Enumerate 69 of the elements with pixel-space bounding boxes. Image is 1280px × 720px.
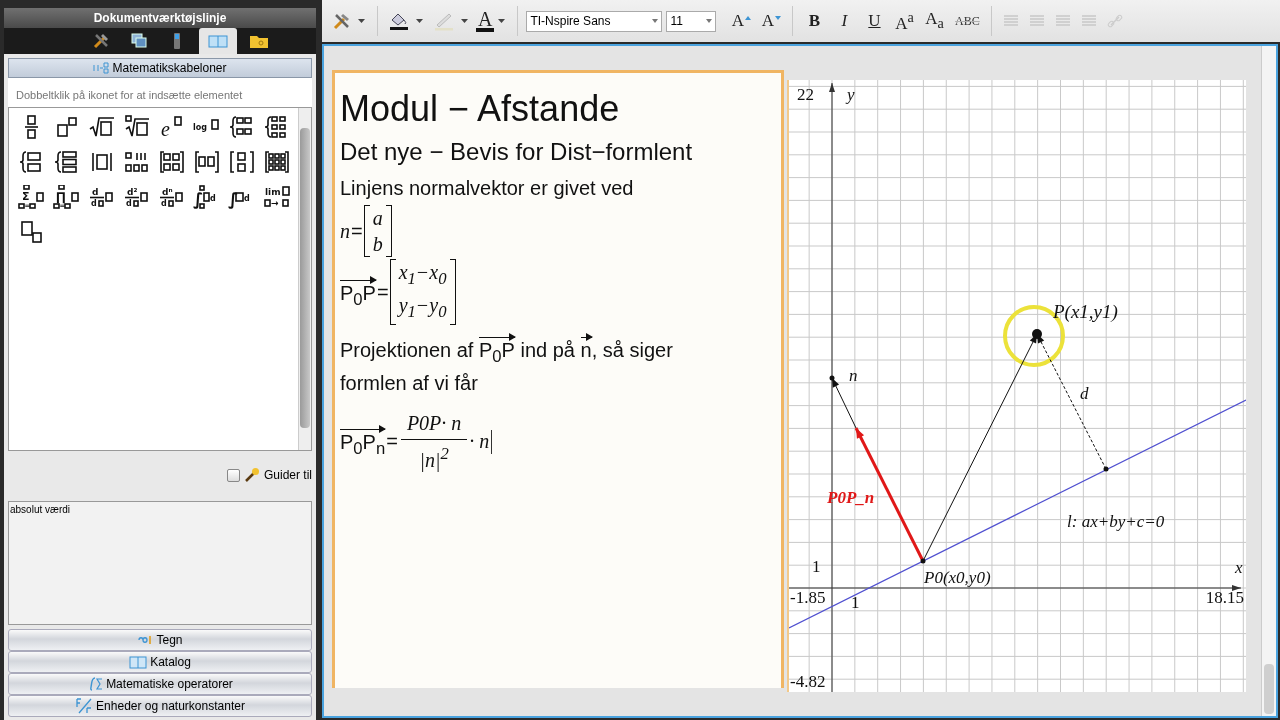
- axis-min-label: -4.82: [790, 672, 826, 691]
- axis-min-label: -1.85: [790, 588, 826, 607]
- point[interactable]: [1103, 466, 1109, 472]
- description-box: absolut værdi: [8, 501, 312, 625]
- caret-icon[interactable]: [461, 19, 468, 23]
- point[interactable]: [920, 558, 926, 564]
- integral-icon: [87, 677, 104, 691]
- graph-label: l: ax+by+c=0: [1067, 512, 1165, 531]
- tick-label: 1: [851, 593, 860, 612]
- sub-button[interactable]: A$_{a}$: [921, 8, 948, 34]
- axis-max-label: 22: [797, 85, 814, 104]
- tools-icon: [332, 12, 352, 30]
- point[interactable]: [829, 375, 835, 381]
- tick-label: 1: [812, 557, 821, 576]
- axis-label: y: [847, 85, 855, 104]
- bold-button[interactable]: B: [801, 8, 828, 34]
- notes-subtitle: Det nye − Bevis for Dist−formlent: [340, 137, 694, 167]
- size-dropdown[interactable]: 11: [666, 10, 717, 32]
- template-icon: [93, 62, 110, 74]
- pages-icon: [130, 32, 148, 50]
- template-icon: [87, 114, 116, 139]
- template-icon: [157, 149, 186, 174]
- caret-icon[interactable]: [416, 19, 423, 23]
- text-color-button[interactable]: A: [476, 10, 495, 32]
- panel-title: Dokumentværktøjslinje: [4, 8, 316, 28]
- notes-text: Linjens normalvektor er givet ved: [340, 176, 635, 201]
- scrollbar[interactable]: [1261, 46, 1276, 716]
- section-button[interactable]: Tegn: [8, 629, 312, 651]
- font-dropdown[interactable]: TI-Nspire Sans: [526, 10, 663, 32]
- folder-icon: [249, 33, 269, 49]
- caret-icon[interactable]: [498, 19, 506, 23]
- wizards-checkbox[interactable]: [226, 468, 240, 482]
- graph-label: P(x1,y1): [1053, 301, 1118, 322]
- super-button[interactable]: A$^{a}$: [891, 8, 918, 34]
- section-button[interactable]: Katalog: [8, 651, 312, 673]
- paint-bucket-icon: [388, 11, 410, 31]
- point[interactable]: [1032, 329, 1042, 339]
- graph-label: P0(x0,y0): [924, 568, 991, 587]
- section-button[interactable]: Matematiske operatorer: [8, 673, 312, 695]
- graph-label: d: [1080, 384, 1089, 403]
- template-icon: [227, 149, 256, 174]
- template-icon: [122, 149, 151, 174]
- book-icon: [129, 655, 148, 669]
- pen-icon: [433, 11, 455, 31]
- template-icon: [262, 149, 291, 174]
- axis-max-label: 18.15: [1205, 588, 1244, 607]
- caret-icon[interactable]: [358, 19, 365, 23]
- underline-button[interactable]: U: [861, 8, 888, 34]
- graph-label: P0P_n: [827, 488, 875, 507]
- section-button[interactable]: Enheder og naturkonstanter: [8, 695, 312, 717]
- wizards-label: Guider til: [263, 468, 312, 482]
- grow-button[interactable]: A: [728, 8, 755, 34]
- projection-formula: P$_{0}$P$_{n}$= P0P· n |n|$^{2}$ · n: [340, 412, 781, 472]
- axis-label: x: [1235, 558, 1243, 577]
- tools-icon: [92, 32, 110, 50]
- scrollbar[interactable]: [298, 108, 311, 450]
- template-icon: [192, 149, 221, 174]
- hint-text: Dobbeltklik på ikonet for at indsætte elementet: [8, 78, 312, 107]
- matrix-equation: P$_{0}$P= x$_{1}$−x$_{0}$ y$_{1}$−y$_{0}$: [340, 259, 781, 325]
- template-icon: [122, 114, 151, 139]
- italic-button[interactable]: I: [831, 8, 858, 34]
- notes-title: Modul − Afstande: [340, 87, 621, 131]
- infinity-icon: [137, 634, 154, 646]
- shrink-button[interactable]: A: [758, 8, 785, 34]
- units-icon: [75, 698, 94, 714]
- book-icon: [208, 33, 228, 49]
- templates-header[interactable]: Matematikskabeloner: [8, 58, 312, 78]
- graph-label: n: [849, 366, 858, 385]
- wand-icon: [243, 467, 260, 483]
